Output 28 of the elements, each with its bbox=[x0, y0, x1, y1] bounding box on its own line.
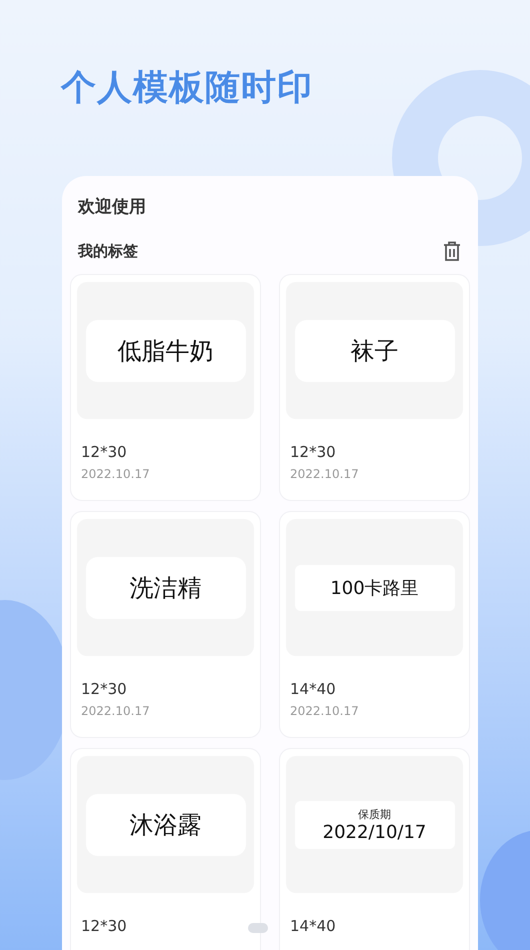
label-date: 2022.10.17 bbox=[81, 467, 151, 481]
label-size: 12*30 bbox=[290, 443, 337, 461]
label-size: 12*30 bbox=[81, 680, 128, 698]
label-card[interactable]: 沐浴露 12*30 bbox=[70, 748, 261, 950]
label-text: 沐浴露 bbox=[130, 810, 202, 840]
headline: 个人模板随时印 bbox=[60, 67, 314, 110]
label-size: 14*40 bbox=[290, 680, 337, 698]
label-text: 低脂牛奶 bbox=[118, 336, 214, 366]
trash-icon[interactable] bbox=[442, 240, 462, 262]
label-size: 14*40 bbox=[290, 917, 337, 935]
label-card[interactable]: 保质期 2022/10/17 14*40 bbox=[279, 748, 470, 950]
label-date: 2022.10.17 bbox=[290, 467, 360, 481]
label-date: 2022.10.17 bbox=[81, 704, 151, 718]
label-card[interactable]: 100卡路里 14*40 2022.10.17 bbox=[279, 511, 470, 738]
label-text: 袜子 bbox=[350, 336, 398, 366]
label-size: 12*30 bbox=[81, 443, 128, 461]
label-caption: 保质期 bbox=[358, 806, 391, 822]
label-card[interactable]: 低脂牛奶 12*30 2022.10.17 bbox=[70, 274, 261, 501]
scroll-indicator bbox=[248, 923, 268, 933]
label-size: 12*30 bbox=[81, 917, 128, 935]
section-title: 我的标签 bbox=[78, 242, 138, 260]
greeting: 欢迎使用 bbox=[76, 196, 147, 219]
label-text: 2022/10/17 bbox=[322, 822, 426, 842]
label-text: 洗洁精 bbox=[130, 572, 202, 604]
label-date: 2022.10.17 bbox=[290, 704, 360, 718]
label-card[interactable]: 袜子 12*30 2022.10.17 bbox=[279, 274, 470, 501]
label-card[interactable]: 洗洁精 12*30 2022.10.17 bbox=[70, 511, 261, 738]
label-text: 100卡路里 bbox=[330, 576, 419, 600]
